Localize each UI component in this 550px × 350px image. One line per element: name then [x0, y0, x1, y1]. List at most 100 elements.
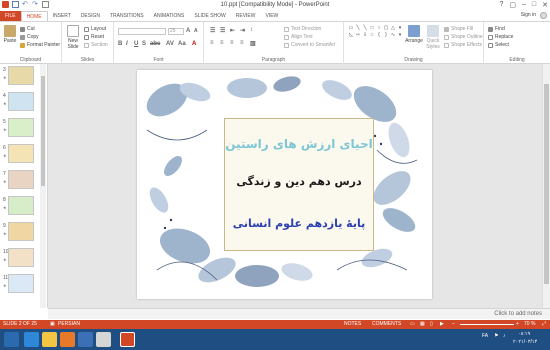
tab-transitions[interactable]: TRANSITIONS	[105, 11, 149, 21]
brace-shape-icon[interactable]: {	[376, 32, 382, 38]
tab-home[interactable]: HOME	[20, 11, 48, 21]
convert-smartart-button[interactable]: Convert to SmartArt	[284, 42, 335, 48]
internet-explorer-icon[interactable]	[24, 332, 39, 347]
zoom-level[interactable]: 70 %	[524, 321, 535, 327]
shapes-more-icon[interactable]: ▾	[397, 25, 403, 31]
rounded-rectangle-shape-icon[interactable]: ▢	[383, 25, 389, 31]
rectangle-shape-icon[interactable]: □	[369, 25, 375, 31]
find-button[interactable]: Find	[488, 26, 505, 32]
minimize-button[interactable]: –	[522, 1, 526, 9]
slide-scroll-thumb[interactable]	[544, 84, 549, 284]
font-name-field[interactable]	[118, 28, 166, 35]
ribbon-display-button[interactable]: ▢	[509, 1, 516, 9]
tab-file[interactable]: FILE	[0, 11, 21, 21]
font-color-icon[interactable]: A	[192, 41, 196, 47]
clock-time[interactable]: ۰۸:۱۹	[518, 331, 530, 337]
align-right-icon[interactable]: ≡	[230, 40, 234, 46]
cut-button[interactable]: Cut	[20, 26, 35, 32]
bold-icon[interactable]: B	[118, 41, 122, 47]
arrow-down-shape-icon[interactable]: ⇩	[362, 32, 368, 38]
slide-thumbnail[interactable]	[8, 118, 34, 137]
normal-view-icon[interactable]: ▭	[410, 321, 415, 327]
right-triangle-shape-icon[interactable]: ◺	[348, 32, 354, 38]
shape-effects-button[interactable]: Shape Effects	[444, 42, 482, 48]
app-icon[interactable]	[96, 332, 111, 347]
slide-thumbnail[interactable]	[8, 92, 34, 111]
line-spacing-icon[interactable]: ↕	[250, 27, 253, 33]
thumbnail-scroll-thumb[interactable]	[41, 76, 45, 186]
char-spacing-icon[interactable]: AV	[166, 41, 174, 47]
grow-font-icon[interactable]: A	[186, 28, 190, 34]
flag-icon[interactable]: ⚑	[494, 333, 498, 339]
text-box-shape-icon[interactable]: ▭	[348, 25, 354, 31]
slideshow-view-icon[interactable]: ▶	[440, 321, 444, 327]
reset-button[interactable]: Reset	[84, 34, 104, 40]
shape-fill-button[interactable]: Shape Fill	[444, 26, 473, 32]
reading-view-icon[interactable]: ▯	[430, 321, 433, 327]
numbering-icon[interactable]: ☰	[220, 27, 225, 34]
shape-outline-button[interactable]: Shape Outline	[444, 34, 483, 40]
align-center-icon[interactable]: ≡	[220, 40, 224, 46]
align-left-icon[interactable]: ≡	[210, 40, 214, 46]
change-case-icon[interactable]: Aa	[178, 41, 186, 47]
arrange-button[interactable]: Arrange	[404, 25, 424, 44]
notes-pane[interactable]: Click to add notes	[48, 308, 550, 319]
columns-icon[interactable]: ▥	[250, 40, 256, 47]
slide-title-text[interactable]: احیای ارزش های راستین	[225, 137, 373, 151]
copy-button[interactable]: Copy	[20, 34, 39, 40]
shapes-gallery[interactable]: ▭ ╲ ╲ □ ○ ▢ △ ▾ ◺ ⇨ ⇩ ☆ { } ∿ ▾	[348, 25, 403, 51]
slide-thumbnail[interactable]	[8, 274, 34, 293]
star-shape-icon[interactable]: ☆	[369, 32, 375, 38]
comments-toggle-button[interactable]: COMMENTS	[372, 321, 401, 327]
slide-thumbnail[interactable]	[8, 144, 34, 163]
layout-button[interactable]: Layout	[84, 26, 106, 32]
zoom-out-icon[interactable]: –	[452, 321, 455, 327]
language-tray[interactable]: FA	[482, 333, 488, 339]
paste-button[interactable]: Paste	[2, 25, 18, 44]
tab-insert[interactable]: INSERT	[48, 11, 76, 21]
notes-toggle-button[interactable]: NOTES	[344, 321, 361, 327]
shapes-scroll-icon[interactable]: ▾	[397, 32, 403, 38]
section-button[interactable]: Section	[84, 42, 108, 48]
arrow-right-shape-icon[interactable]: ⇨	[355, 32, 361, 38]
underline-icon[interactable]: U	[134, 41, 138, 47]
notes-placeholder[interactable]: Click to add notes	[494, 311, 542, 317]
brace-shape-icon[interactable]: }	[383, 32, 389, 38]
replace-button[interactable]: Replace	[488, 34, 513, 40]
quick-styles-button[interactable]: Quick Styles	[424, 25, 442, 50]
maximize-button[interactable]: □	[532, 1, 536, 9]
tab-review[interactable]: REVIEW	[231, 11, 261, 21]
slide-thumbnail[interactable]	[8, 66, 34, 85]
start-button-icon[interactable]	[4, 332, 19, 347]
tab-design[interactable]: DESIGN	[76, 11, 105, 21]
fit-slide-icon[interactable]: ⤢	[542, 321, 546, 327]
text-shadow-icon[interactable]: S	[142, 41, 146, 47]
slide-thumbnail[interactable]	[8, 170, 34, 189]
text-direction-button[interactable]: Text Direction	[284, 26, 321, 32]
align-text-button[interactable]: Align Text	[284, 34, 313, 40]
spellcheck-icon[interactable]: ▣	[50, 321, 55, 327]
tab-animations[interactable]: ANIMATIONS	[149, 11, 190, 21]
curve-shape-icon[interactable]: ∿	[390, 32, 396, 38]
file-explorer-icon[interactable]	[42, 332, 57, 347]
triangle-shape-icon[interactable]: △	[390, 25, 396, 31]
close-button[interactable]: ✕	[542, 1, 548, 9]
slide-subtitle-text[interactable]: درس دهم دین و زندگی	[225, 175, 373, 188]
slide-grade-text[interactable]: پایۀ یازدهم علوم انسانی	[225, 217, 373, 230]
slide-sorter-view-icon[interactable]: ▦	[420, 321, 425, 327]
line-shape-icon[interactable]: ╲	[355, 25, 361, 31]
italic-icon[interactable]: I	[126, 41, 128, 47]
tab-slide-show[interactable]: SLIDE SHOW	[189, 11, 230, 21]
slide-thumbnail[interactable]	[8, 222, 34, 241]
select-button[interactable]: Select	[488, 42, 509, 48]
media-player-icon[interactable]	[78, 332, 93, 347]
format-painter-button[interactable]: Format Painter	[20, 42, 60, 48]
slide-thumbnail[interactable]	[8, 248, 34, 267]
language-indicator[interactable]: PERSIAN	[58, 321, 80, 327]
line-shape-icon[interactable]: ╲	[362, 25, 368, 31]
slide-scrollbar[interactable]	[542, 64, 550, 308]
strikethrough-icon[interactable]: abc	[150, 41, 160, 47]
user-avatar-icon[interactable]	[540, 12, 547, 19]
zoom-slider[interactable]	[460, 324, 514, 325]
increase-indent-icon[interactable]: ⇥	[240, 27, 245, 34]
